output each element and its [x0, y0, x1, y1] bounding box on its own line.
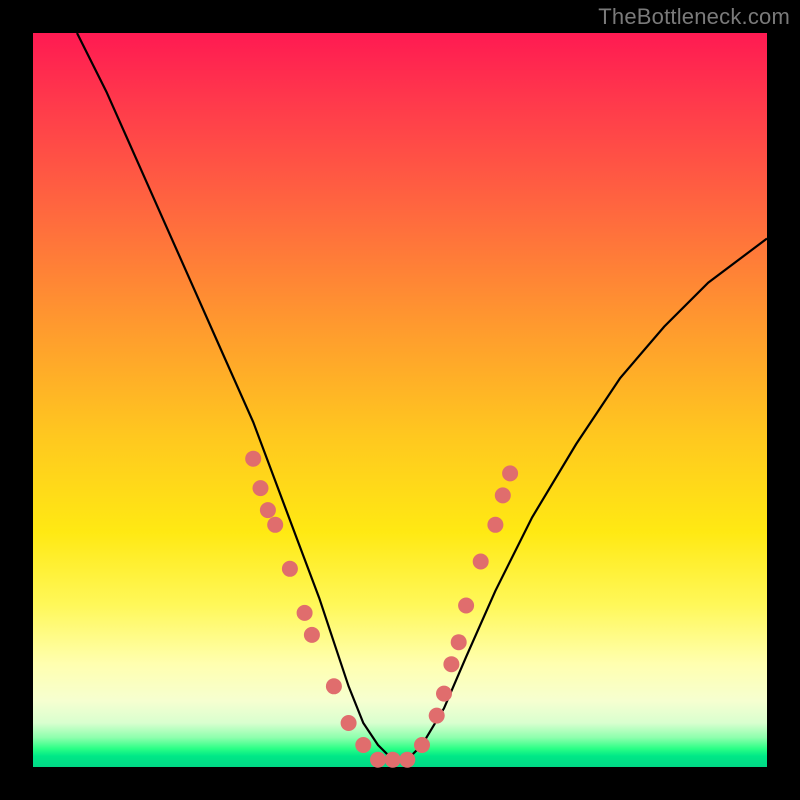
data-marker [267, 517, 283, 533]
chart-frame: TheBottleneck.com [0, 0, 800, 800]
data-marker [253, 480, 269, 496]
data-marker [414, 737, 430, 753]
data-marker [355, 737, 371, 753]
data-marker [304, 627, 320, 643]
data-marker [385, 752, 401, 768]
data-marker [341, 715, 357, 731]
data-marker [399, 752, 415, 768]
curve-svg [33, 33, 767, 767]
watermark-text: TheBottleneck.com [598, 4, 790, 30]
data-marker [436, 686, 452, 702]
data-marker [297, 605, 313, 621]
data-marker [451, 634, 467, 650]
data-marker [443, 656, 459, 672]
marker-group [245, 451, 518, 768]
data-marker [260, 502, 276, 518]
data-marker [473, 554, 489, 570]
plot-area [33, 33, 767, 767]
data-marker [429, 708, 445, 724]
data-marker [370, 752, 386, 768]
data-marker [495, 487, 511, 503]
bottleneck-curve [77, 33, 767, 760]
data-marker [282, 561, 298, 577]
data-marker [326, 678, 342, 694]
data-marker [502, 465, 518, 481]
data-marker [245, 451, 261, 467]
data-marker [487, 517, 503, 533]
data-marker [458, 598, 474, 614]
